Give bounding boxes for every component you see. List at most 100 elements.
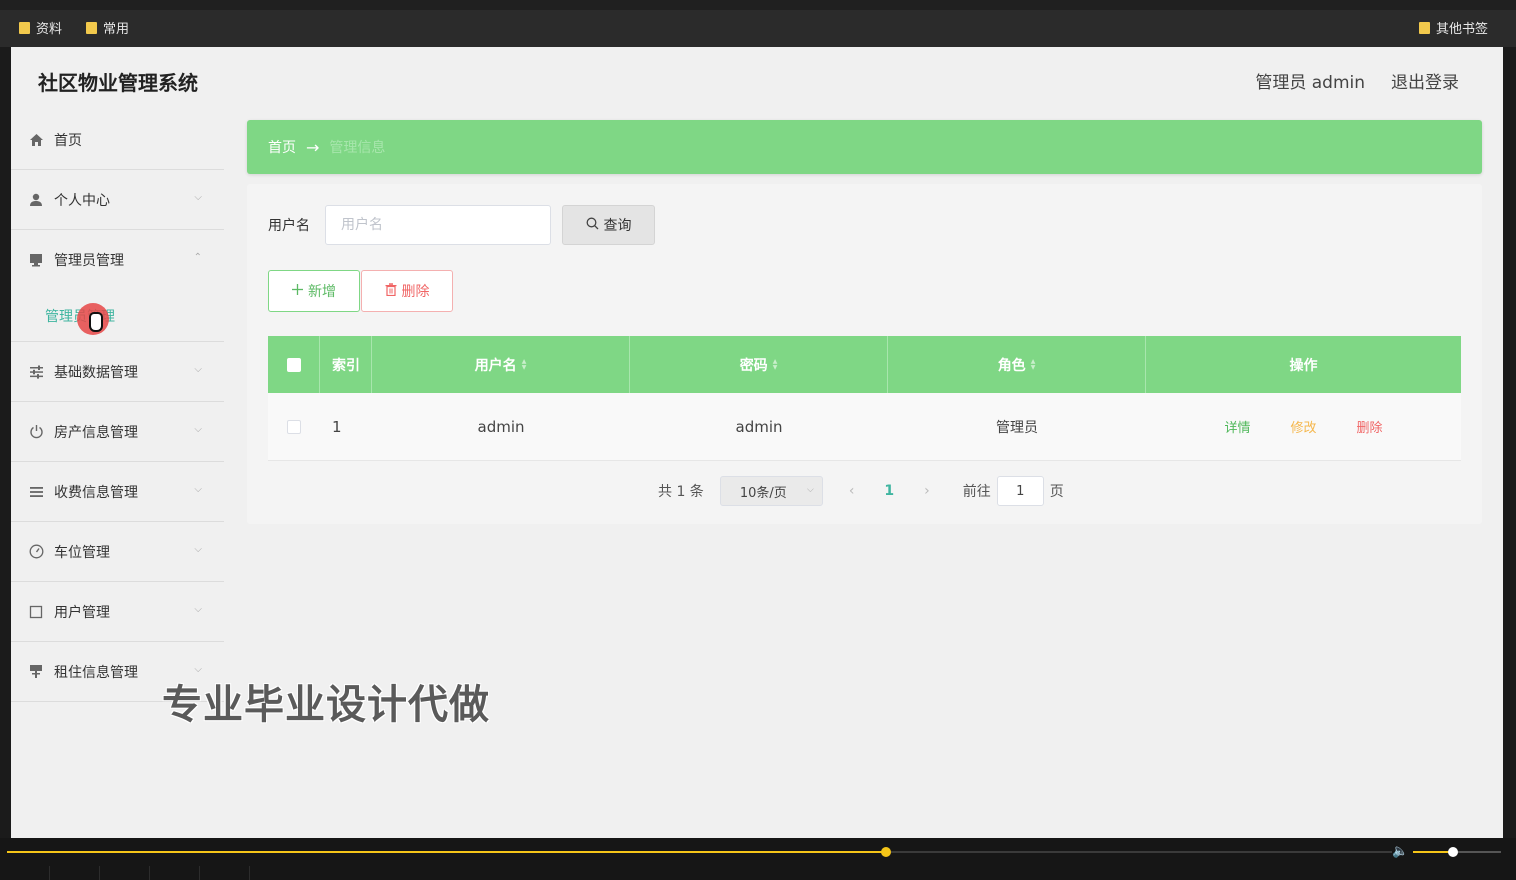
plus-icon xyxy=(292,283,303,299)
breadcrumb-current: 管理信息 xyxy=(329,140,386,156)
signpost-icon xyxy=(27,663,45,681)
sidebar-item-admin[interactable]: 管理员管理 ⌃ xyxy=(11,230,224,290)
column-header-actions: 操作 xyxy=(1289,357,1318,374)
select-all-cell xyxy=(268,336,320,393)
delete-link[interactable]: 删除 xyxy=(1357,417,1383,436)
bookmark-label: 其他书签 xyxy=(1436,22,1489,37)
sort-icon[interactable]: ▲ ▼ xyxy=(773,358,778,371)
volume-handle[interactable] xyxy=(1447,847,1458,857)
monitor-icon xyxy=(27,251,45,269)
cell-index: 1 xyxy=(332,417,342,436)
sliders-icon xyxy=(27,363,45,381)
table-row: 1 admin admin 管理员 详情 修改 删除 xyxy=(268,393,1461,461)
user-icon xyxy=(27,191,45,209)
admin-table: 索引 用户名 ▲ ▼ 密码 ▲ ▼ 角色 ▲ ▼ 操作 1 admin admin 管理员 … xyxy=(268,336,1461,461)
breadcrumb: 首页 → 管理信息 xyxy=(247,120,1482,174)
page-size-value: 10条/页 xyxy=(739,485,787,501)
chevron-down-icon: ⌵ xyxy=(194,192,202,203)
search-label: 用户名 xyxy=(268,218,310,234)
app-title: 社区物业管理系统 xyxy=(38,71,198,95)
bookmark-changyong[interactable]: 常用 xyxy=(86,18,129,37)
row-checkbox[interactable] xyxy=(287,419,301,434)
chevron-down-icon: ⌵ xyxy=(194,604,202,615)
sidebar-item-users[interactable]: 用户管理 ⌵ xyxy=(11,582,224,642)
app-viewport: 社区物业管理系统 管理员 admin 退出登录 首页 个人中心 ⌵ 管理员管理 … xyxy=(11,47,1503,838)
hand-cursor-icon xyxy=(89,312,103,332)
column-header-label: 密码 xyxy=(739,357,768,374)
prev-page-icon[interactable]: ‹ xyxy=(849,483,855,499)
taskbar-slot[interactable] xyxy=(0,866,50,880)
sidebar-item-label: 个人中心 xyxy=(54,192,110,209)
delete-button-label: 删除 xyxy=(401,284,430,300)
seek-handle[interactable] xyxy=(881,847,892,857)
bookmark-label: 资料 xyxy=(36,22,63,37)
column-header-label: 用户名 xyxy=(474,357,517,374)
square-icon xyxy=(27,603,45,621)
sidebar-subitem-admin-manage[interactable]: 管理员管理 xyxy=(11,290,224,342)
page-size-select[interactable]: 10条/页 ⌵ xyxy=(719,476,823,506)
breadcrumb-home[interactable]: 首页 xyxy=(268,137,296,157)
cell-role: 管理员 xyxy=(996,419,1038,436)
add-button[interactable]: 新增 xyxy=(268,270,360,312)
detail-link[interactable]: 详情 xyxy=(1224,417,1250,436)
bookmark-other[interactable]: 其他书签 xyxy=(1419,18,1488,37)
table-header: 索引 用户名 ▲ ▼ 密码 ▲ ▼ 角色 ▲ ▼ 操作 xyxy=(268,336,1461,393)
taskbar-slots xyxy=(0,866,1516,880)
logout-link[interactable]: 退出登录 xyxy=(1391,68,1459,93)
sidebar-item-property[interactable]: 房产信息管理 ⌵ xyxy=(11,402,224,462)
column-header-role[interactable]: 角色 ▲ ▼ xyxy=(888,336,1146,393)
power-icon xyxy=(27,423,45,441)
volume-icon[interactable]: 🔈 xyxy=(1392,844,1408,859)
gauge-icon xyxy=(27,543,45,561)
sidebar-item-fees[interactable]: 收费信息管理 ⌵ xyxy=(11,462,224,522)
username-search-input[interactable] xyxy=(325,205,551,245)
bookmark-ziliao[interactable]: 资料 xyxy=(19,18,62,37)
volume-slider[interactable] xyxy=(1413,847,1501,857)
seek-bar[interactable] xyxy=(7,847,1392,857)
cell-password: admin xyxy=(735,417,783,436)
seek-progress xyxy=(7,851,887,853)
page-number-current[interactable]: 1 xyxy=(884,483,894,499)
select-all-checkbox[interactable] xyxy=(286,357,301,372)
browser-bookmarks-bar: 资料 常用 其他书签 xyxy=(0,0,1516,47)
sidebar-item-label: 房产信息管理 xyxy=(54,424,138,441)
folder-icon xyxy=(19,21,30,34)
sidebar-item-label: 首页 xyxy=(54,132,82,149)
sidebar-item-parking[interactable]: 车位管理 ⌵ xyxy=(11,522,224,582)
chevron-down-icon: ⌵ xyxy=(806,485,814,495)
video-player-bar: 🔈 xyxy=(0,838,1516,880)
sidebar-item-profile[interactable]: 个人中心 ⌵ xyxy=(11,170,224,230)
pagination: 共 1 条 10条/页 ⌵ ‹ 1 › 前往 页 xyxy=(658,476,1064,506)
arrow-right-icon: → xyxy=(306,137,320,157)
sidebar-item-home[interactable]: 首页 xyxy=(11,110,224,170)
row-select-cell xyxy=(268,393,320,460)
taskbar-slot[interactable] xyxy=(100,866,150,880)
folder-icon xyxy=(1419,21,1430,34)
sidebar-item-label: 车位管理 xyxy=(54,544,110,561)
main-panel: 用户名 查询 新增 删除 索引 用户名 ▲▼ 密码 ▲▼ xyxy=(247,184,1482,524)
sidebar-item-basic-data[interactable]: 基础数据管理 ⌵ xyxy=(11,342,224,402)
sort-icon[interactable]: ▲ ▼ xyxy=(522,358,527,371)
user-box: 管理员 admin 退出登录 xyxy=(1255,68,1459,93)
taskbar-slot[interactable] xyxy=(50,866,100,880)
chevron-down-icon: ⌵ xyxy=(194,424,202,435)
pagination-total: 共 1 条 xyxy=(658,484,704,500)
home-icon xyxy=(27,131,45,149)
add-button-label: 新增 xyxy=(308,284,336,300)
column-header-index: 索引 xyxy=(320,336,372,393)
sort-icon[interactable]: ▲ ▼ xyxy=(1031,358,1036,371)
search-button-label: 查询 xyxy=(603,218,632,234)
batch-delete-button[interactable]: 删除 xyxy=(361,270,453,312)
taskbar-slot[interactable] xyxy=(200,866,250,880)
edit-link[interactable]: 修改 xyxy=(1290,417,1316,436)
column-header-username[interactable]: 用户名 ▲ ▼ xyxy=(372,336,630,393)
search-button[interactable]: 查询 xyxy=(562,205,655,245)
goto-page-input[interactable] xyxy=(996,476,1044,506)
next-page-icon[interactable]: › xyxy=(924,483,930,499)
column-header-password[interactable]: 密码 ▲ ▼ xyxy=(630,336,888,393)
sidebar-item-label: 收费信息管理 xyxy=(54,484,138,501)
taskbar-slot[interactable] xyxy=(150,866,200,880)
sidebar: 首页 个人中心 ⌵ 管理员管理 ⌃ 管理员管理 基础数据管理 ⌵ xyxy=(11,110,224,702)
folder-icon xyxy=(86,21,97,34)
chevron-down-icon: ⌵ xyxy=(194,544,202,555)
